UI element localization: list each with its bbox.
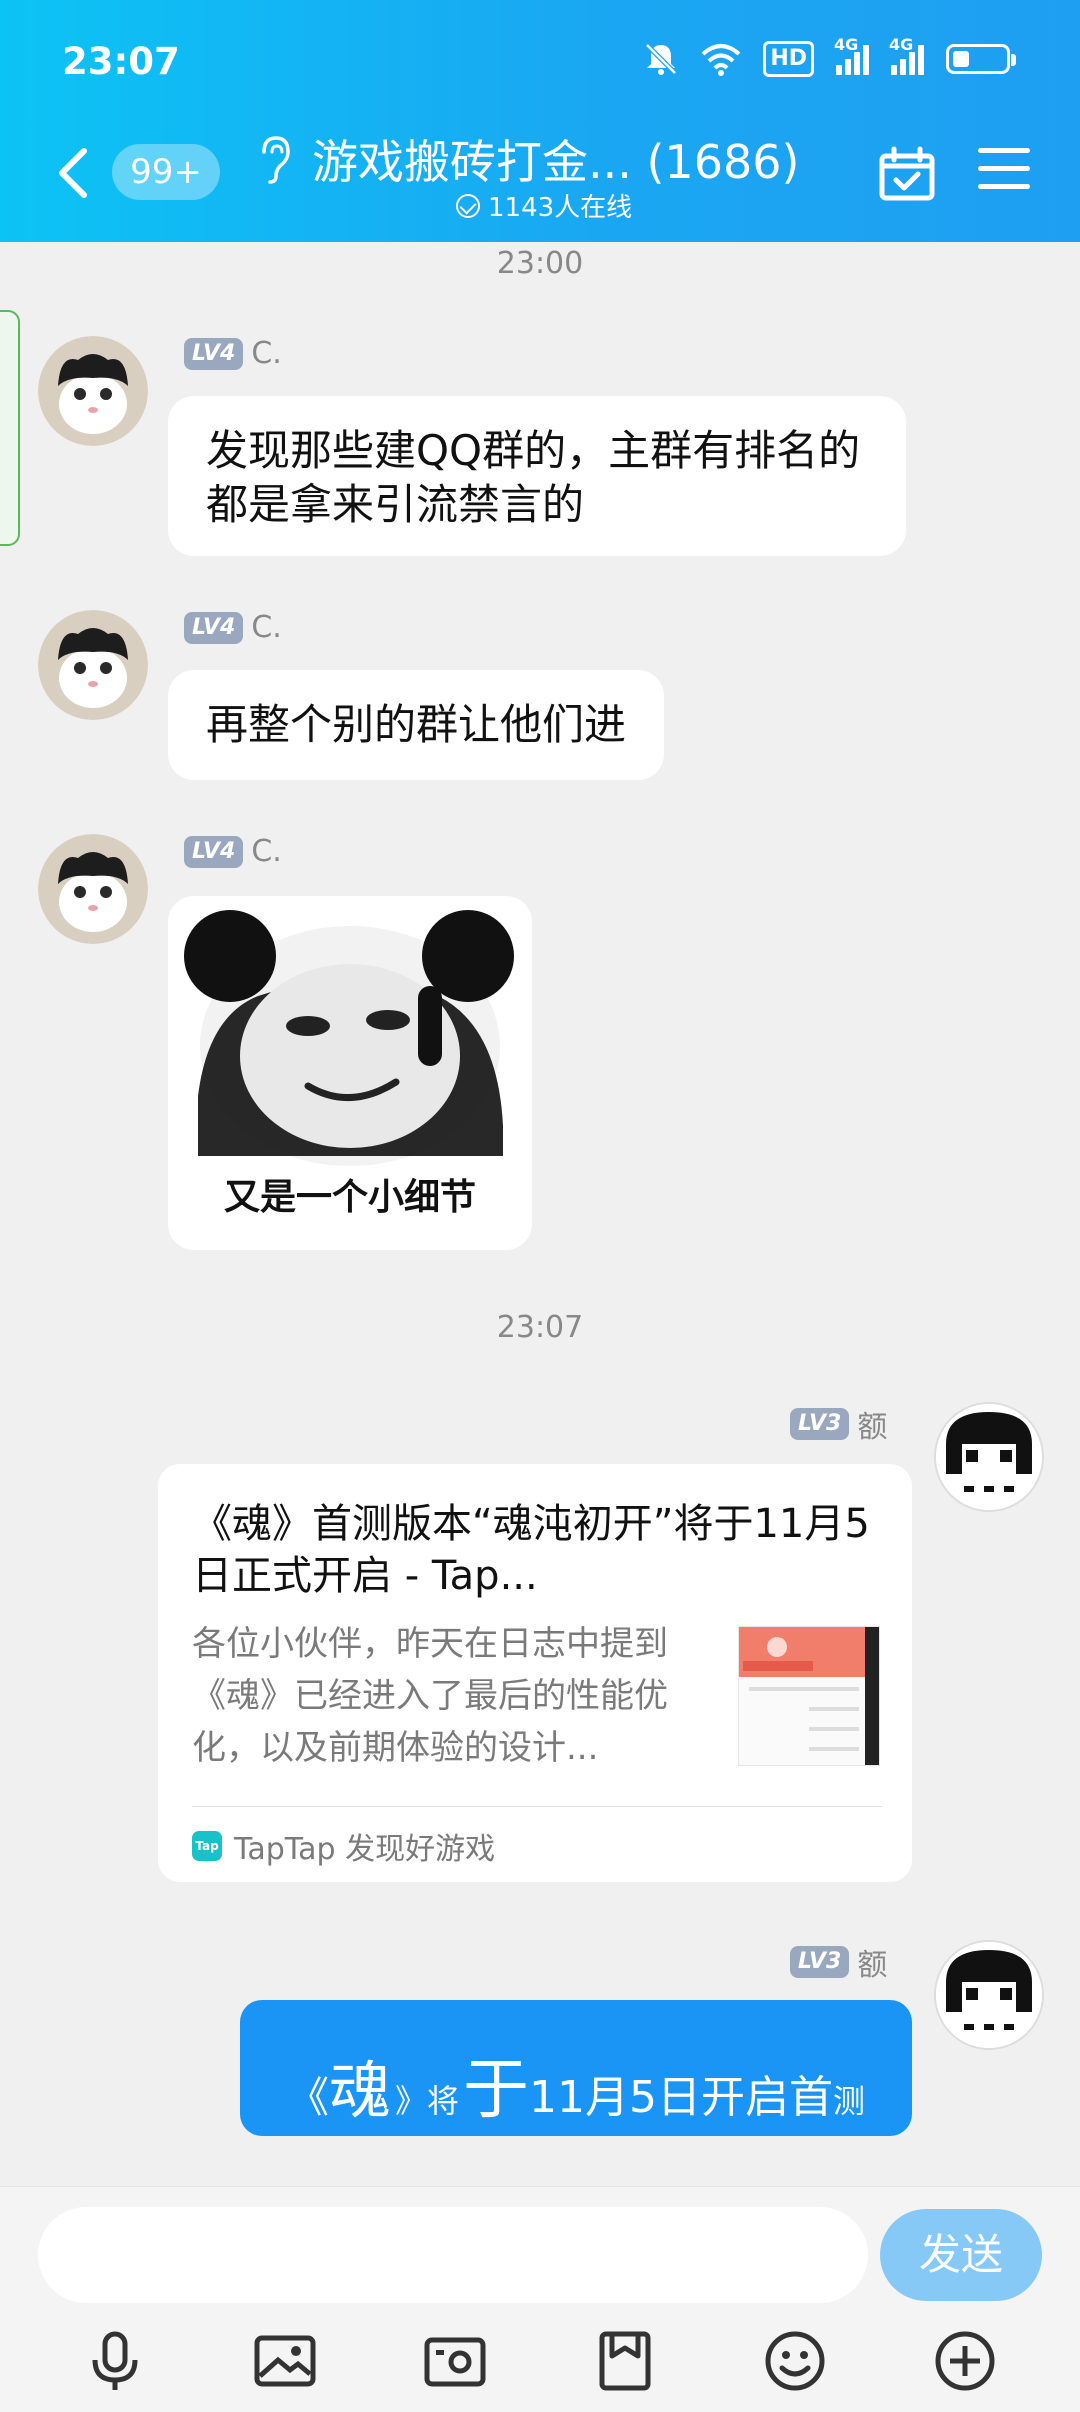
sender-meta: LV3 额 bbox=[790, 1402, 887, 1446]
sender-meta: LV4 C. bbox=[184, 610, 282, 645]
message-input[interactable] bbox=[38, 2207, 868, 2303]
signal-icon-1: 4G bbox=[834, 35, 869, 75]
menu-icon[interactable] bbox=[978, 148, 1030, 194]
side-drawer-handle[interactable] bbox=[0, 310, 20, 546]
sticker-caption: 又是一个小细节 bbox=[223, 1177, 476, 1218]
panda-meme-image bbox=[168, 896, 532, 1166]
status-time: 23:07 bbox=[62, 40, 180, 83]
send-button[interactable]: 发送 bbox=[880, 2209, 1042, 2301]
sender-name[interactable]: C. bbox=[251, 336, 281, 371]
avatar[interactable] bbox=[934, 1402, 1044, 1512]
card-source-text: TapTap 发现好游戏 bbox=[234, 1832, 496, 1867]
link-share-card[interactable]: 《魂》首测版本“魂沌初开”将于11月5日正式开启 - Tap... 各位小伙伴，… bbox=[158, 1464, 912, 1882]
timestamp: 23:00 bbox=[496, 246, 584, 281]
emoji-icon[interactable] bbox=[760, 2326, 830, 2396]
sticker-image[interactable]: 又是一个小细节 bbox=[168, 896, 532, 1250]
avatar[interactable] bbox=[38, 610, 148, 720]
level-badge: LV4 bbox=[184, 611, 244, 644]
styled-text-part: 》将 bbox=[395, 2082, 460, 2120]
sender-name[interactable]: C. bbox=[251, 834, 281, 869]
styled-text-part: 于 bbox=[463, 2051, 530, 2128]
sender-name[interactable]: C. bbox=[251, 610, 281, 645]
level-badge: LV4 bbox=[184, 835, 244, 868]
sender-meta: LV3 额 bbox=[790, 1940, 887, 1984]
sender-meta: LV4 C. bbox=[184, 834, 282, 869]
card-thumbnail bbox=[738, 1626, 880, 1766]
wifi-icon bbox=[701, 44, 741, 76]
hd-badge: HD bbox=[763, 41, 814, 77]
file-icon[interactable] bbox=[590, 2326, 660, 2396]
avatar[interactable] bbox=[38, 834, 148, 944]
timestamp: 23:07 bbox=[496, 1310, 584, 1345]
status-icons: HD 4G 4G bbox=[643, 35, 1016, 80]
unread-count-badge[interactable]: 99+ bbox=[112, 144, 220, 200]
avatar[interactable] bbox=[934, 1940, 1044, 2050]
mic-icon[interactable] bbox=[80, 2326, 150, 2396]
message-bubble[interactable]: 再整个别的群让他们进 bbox=[168, 670, 665, 780]
styled-text-part: 11月5日开启首 bbox=[529, 2072, 833, 2123]
calendar-check-icon[interactable] bbox=[878, 146, 936, 202]
level-badge: LV3 bbox=[790, 1946, 850, 1978]
taptap-logo-icon: Tap bbox=[192, 1831, 222, 1861]
sender-name[interactable]: 额 bbox=[857, 1940, 887, 1984]
styled-text-part: 魂 bbox=[328, 2054, 391, 2127]
input-toolbar bbox=[0, 2321, 1080, 2401]
card-divider bbox=[192, 1806, 882, 1807]
styled-text-part: 《 bbox=[286, 2073, 329, 2122]
card-description: 各位小伙伴，昨天在日志中提到《魂》已经进入了最后的性能优化，以及前期体验的设计.… bbox=[192, 1624, 668, 1768]
avatar[interactable] bbox=[38, 336, 148, 446]
status-bar: 23:07 HD 4G 4G bbox=[0, 0, 1080, 120]
ear-icon bbox=[262, 136, 290, 184]
card-title: 《魂》首测版本“魂沌初开”将于11月5日正式开启 - Tap... bbox=[192, 1501, 870, 1599]
level-badge: LV3 bbox=[790, 1408, 850, 1440]
check-circle-icon bbox=[456, 193, 480, 218]
level-badge: LV4 bbox=[184, 337, 244, 370]
signal-icon-2: 4G bbox=[889, 35, 924, 75]
plus-icon[interactable] bbox=[930, 2326, 1000, 2396]
battery-icon bbox=[946, 44, 1016, 74]
chat-header: 23:07 HD 4G 4G 99+ 游戏搬砖打金... (1686) 1143… bbox=[0, 0, 1080, 242]
card-source: Tap TapTap 发现好游戏 bbox=[192, 1824, 495, 1868]
sender-name[interactable]: 额 bbox=[857, 1402, 887, 1446]
chevron-left-icon[interactable] bbox=[52, 145, 92, 201]
online-count: 1143人在线 bbox=[456, 187, 632, 224]
group-title[interactable]: 游戏搬砖打金... (1686) bbox=[312, 126, 799, 192]
styled-text-part: 测 bbox=[833, 2082, 866, 2120]
sender-meta: LV4 C. bbox=[184, 336, 282, 371]
online-count-text: 1143人在线 bbox=[488, 193, 633, 223]
image-icon[interactable] bbox=[250, 2326, 320, 2396]
camera-icon[interactable] bbox=[420, 2326, 490, 2396]
input-bar: 发送 bbox=[0, 2186, 1080, 2412]
bell-muted-icon bbox=[645, 43, 678, 75]
message-bubble[interactable]: 发现那些建QQ群的，主群有排名的都是拿来引流禁言的 bbox=[168, 396, 906, 556]
styled-message-bubble[interactable]: 《 魂 》将 于 11月5日开启首 测 bbox=[240, 2000, 912, 2136]
